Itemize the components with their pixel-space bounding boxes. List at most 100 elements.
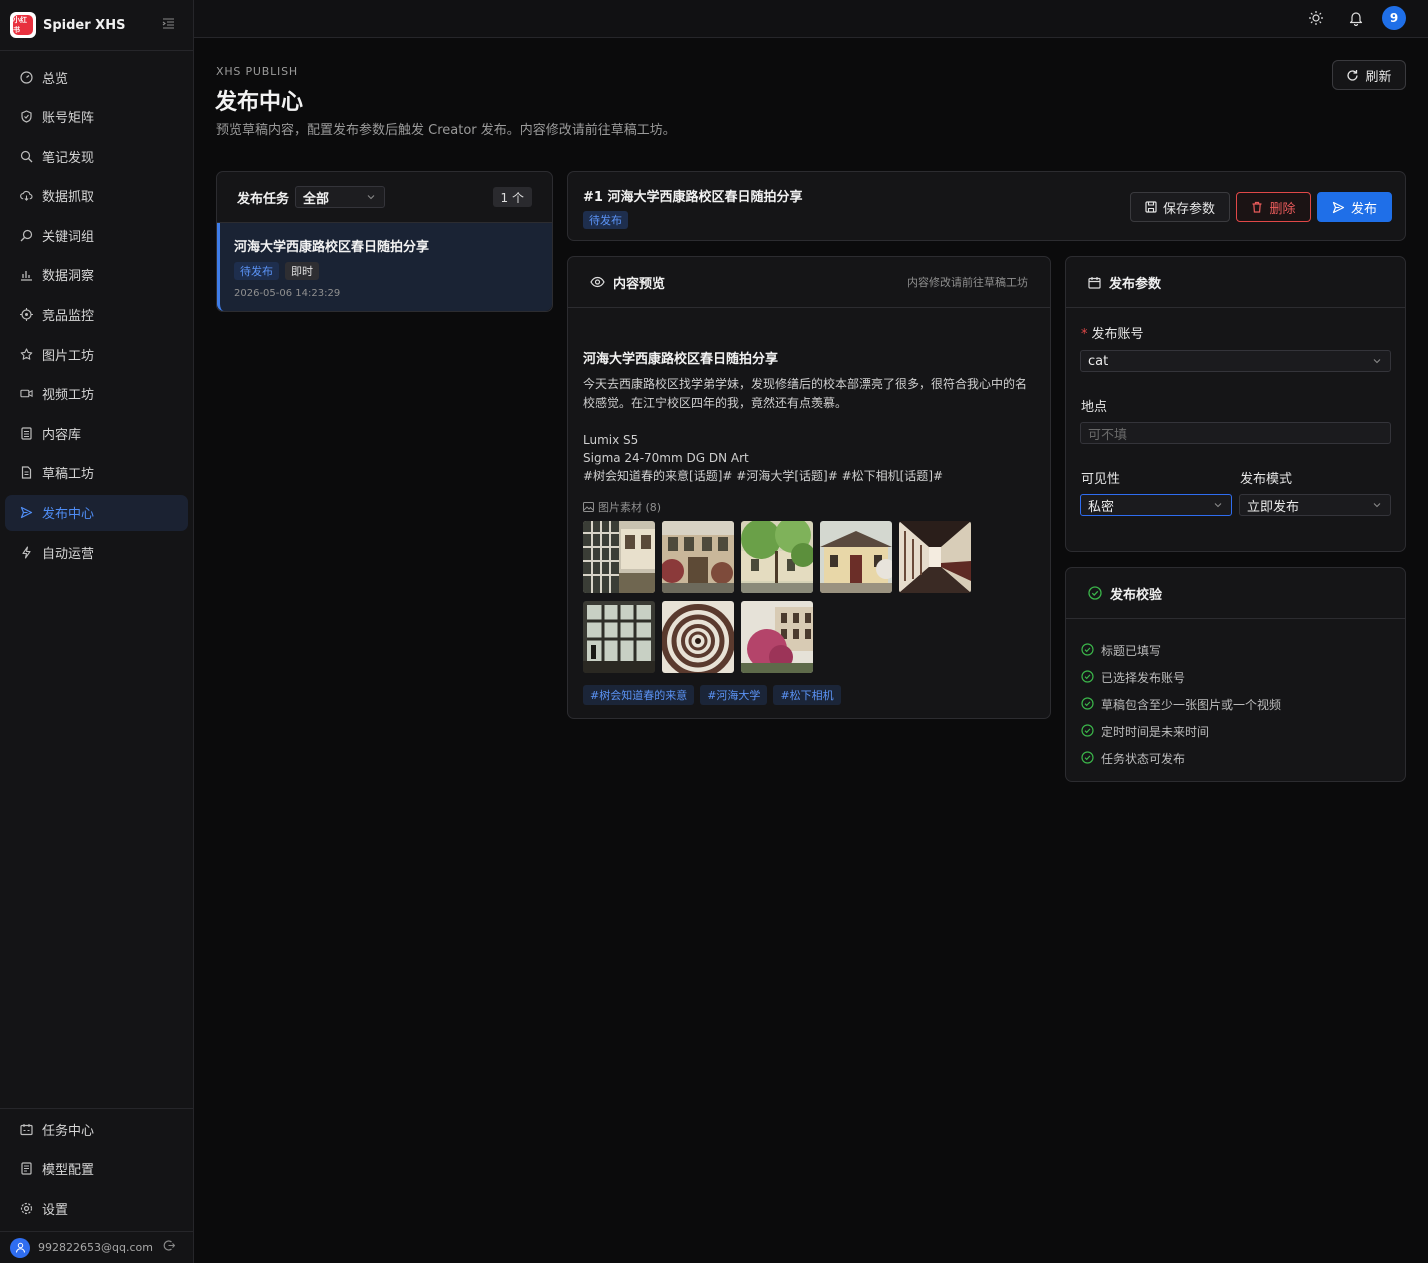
logout-icon[interactable] <box>162 1239 176 1256</box>
image-yellow-house[interactable] <box>820 521 892 593</box>
refresh-icon <box>1347 69 1359 81</box>
visibility-select[interactable]: 私密 <box>1080 494 1232 516</box>
user-email: 992822653@qq.com <box>38 1241 153 1254</box>
nav-item-settings[interactable]: 设置 <box>5 1190 188 1226</box>
account-select[interactable]: cat <box>1080 350 1391 372</box>
save-params-button[interactable]: 保存参数 <box>1130 192 1230 222</box>
check-circle-icon <box>1081 642 1094 659</box>
shield-icon <box>20 110 33 123</box>
nav-item-video-studio[interactable]: 视频工坊 <box>5 376 188 412</box>
image-assets-count: 图片素材 (8) <box>598 501 662 514</box>
app-name: Spider XHS <box>43 17 126 33</box>
refresh-button[interactable]: 刷新 <box>1332 60 1406 90</box>
nav-item-drafts[interactable]: 草稿工坊 <box>5 455 188 491</box>
nav-item-label: 数据抓取 <box>42 190 95 206</box>
nav-item-label: 关键词组 <box>42 229 95 245</box>
location-input-placeholder: 可不填 <box>1088 427 1128 443</box>
nav-item-label: 内容库 <box>42 427 82 443</box>
nav-item-library[interactable]: 内容库 <box>5 415 188 451</box>
image-building-roses[interactable] <box>662 521 734 593</box>
task-title: 河海大学西康路校区春日随拍分享 <box>234 240 430 255</box>
notification-bell-icon[interactable] <box>1347 9 1365 27</box>
content-preview-title: 内容预览 <box>613 276 666 292</box>
check-circle-icon <box>1081 696 1094 713</box>
check-item-label: 标题已填写 <box>1101 644 1162 658</box>
image-green-trees[interactable] <box>741 521 813 593</box>
image-thumbnails <box>583 521 1038 673</box>
bar-chart-icon <box>20 268 33 282</box>
nav-item-label: 总览 <box>42 71 69 87</box>
chevron-down-icon <box>366 191 376 206</box>
check-item: 已选择发布账号 <box>1081 664 1281 691</box>
hashtag-chip[interactable]: #河海大学 <box>700 685 768 705</box>
nav-item-task-center[interactable]: 任务中心 <box>5 1111 188 1147</box>
check-item-label: 定时时间是未来时间 <box>1101 725 1210 739</box>
user-profile[interactable]: 992822653@qq.com <box>0 1231 193 1263</box>
note-line: Sigma 24-70mm DG DN Art <box>583 451 749 465</box>
task-mode-badge: 即时 <box>285 262 319 280</box>
check-item-label: 已选择发布账号 <box>1101 671 1186 685</box>
eye-icon <box>590 276 605 288</box>
check-item: 标题已填写 <box>1081 637 1281 664</box>
page-title: 发布中心 <box>215 90 304 115</box>
nav-item-insights[interactable]: 数据洞察 <box>5 257 188 293</box>
nav-item-discover[interactable]: 笔记发现 <box>5 138 188 174</box>
key-search-icon <box>20 229 33 242</box>
publish-button[interactable]: 发布 <box>1317 192 1392 222</box>
location-input[interactable]: 可不填 <box>1080 422 1391 444</box>
hashtag-chip[interactable]: #松下相机 <box>773 685 841 705</box>
hashtag-chip[interactable]: #树会知道春的来意 <box>583 685 695 705</box>
chevron-down-icon <box>1372 355 1382 370</box>
check-circle-icon <box>1081 669 1094 686</box>
publish-checks-title: 发布校验 <box>1110 587 1163 603</box>
nav-item-automation[interactable]: 自动运营 <box>5 534 188 570</box>
image-corridor[interactable] <box>899 521 971 593</box>
theme-toggle-sun-icon[interactable] <box>1307 9 1325 27</box>
location-field-label: 地点 <box>1081 400 1108 415</box>
publish-mode-select-value: 立即发布 <box>1247 499 1300 515</box>
task-list-item[interactable]: 河海大学西康路校区春日随拍分享 待发布 即时 2026-05-06 14:23:… <box>217 223 552 311</box>
nav-item-label: 任务中心 <box>42 1123 95 1139</box>
nav-item-image-studio[interactable]: 图片工坊 <box>5 336 188 372</box>
notification-count-badge[interactable]: 9 <box>1382 6 1406 30</box>
note-line: #树会知道春的来意[话题]# #河海大学[话题]# #松下相机[话题]# <box>583 469 944 483</box>
image-pink-tree[interactable] <box>741 601 813 673</box>
save-icon <box>1145 201 1157 213</box>
nav-item-accounts[interactable]: 账号矩阵 <box>5 99 188 135</box>
user-icon <box>15 1242 25 1253</box>
account-select-value: cat <box>1088 353 1109 369</box>
image-tall-windows[interactable] <box>583 601 655 673</box>
check-list: 标题已填写 已选择发布账号 草稿包含至少一张图片或一个视频 定时时间是未来时间 … <box>1081 637 1281 772</box>
app-logo[interactable]: 小红书 <box>10 12 36 38</box>
nav-item-overview[interactable]: 总览 <box>5 59 188 95</box>
task-detail-title: #1 河海大学西康路校区春日随拍分享 <box>583 190 803 205</box>
nav-item-model-config[interactable]: 模型配置 <box>5 1151 188 1187</box>
nav-item-crawl[interactable]: 数据抓取 <box>5 178 188 214</box>
check-item: 草稿包含至少一张图片或一个视频 <box>1081 691 1281 718</box>
delete-button[interactable]: 删除 <box>1236 192 1311 222</box>
image-window-grid[interactable] <box>583 521 655 593</box>
lightning-icon <box>20 546 33 559</box>
nav-item-competitors[interactable]: 竞品监控 <box>5 297 188 333</box>
publish-checks-header: 发布校验 <box>1066 568 1405 619</box>
content-preview-hint: 内容修改请前往草稿工坊 <box>907 276 1028 289</box>
nav-item-label: 视频工坊 <box>42 388 95 404</box>
collapse-sidebar-icon[interactable] <box>162 18 175 32</box>
nav-item-keywords[interactable]: 关键词组 <box>5 217 188 253</box>
publish-mode-select[interactable]: 立即发布 <box>1239 494 1391 516</box>
image-spiral-stairs[interactable] <box>662 601 734 673</box>
check-circle-icon <box>1088 586 1102 600</box>
task-filter-select[interactable]: 全部 <box>295 186 386 208</box>
save-params-label: 保存参数 <box>1162 201 1215 217</box>
page-eyebrow: XHS PUBLISH <box>216 65 298 78</box>
nav-item-label: 图片工坊 <box>42 348 95 364</box>
image-icon <box>583 502 594 512</box>
nav-item-publish[interactable]: 发布中心 <box>5 494 188 531</box>
publish-params-card: 发布参数 * 发布账号 cat 地点 可不填 可见性 发布模式 私密 立即发布 <box>1065 256 1406 552</box>
task-list-label: 发布任务 <box>237 191 290 207</box>
publish-params-header: 发布参数 <box>1066 257 1405 308</box>
task-status-badge: 待发布 <box>234 262 279 280</box>
check-item: 任务状态可发布 <box>1081 745 1281 772</box>
send-icon <box>20 506 33 519</box>
check-item-label: 任务状态可发布 <box>1101 752 1186 766</box>
